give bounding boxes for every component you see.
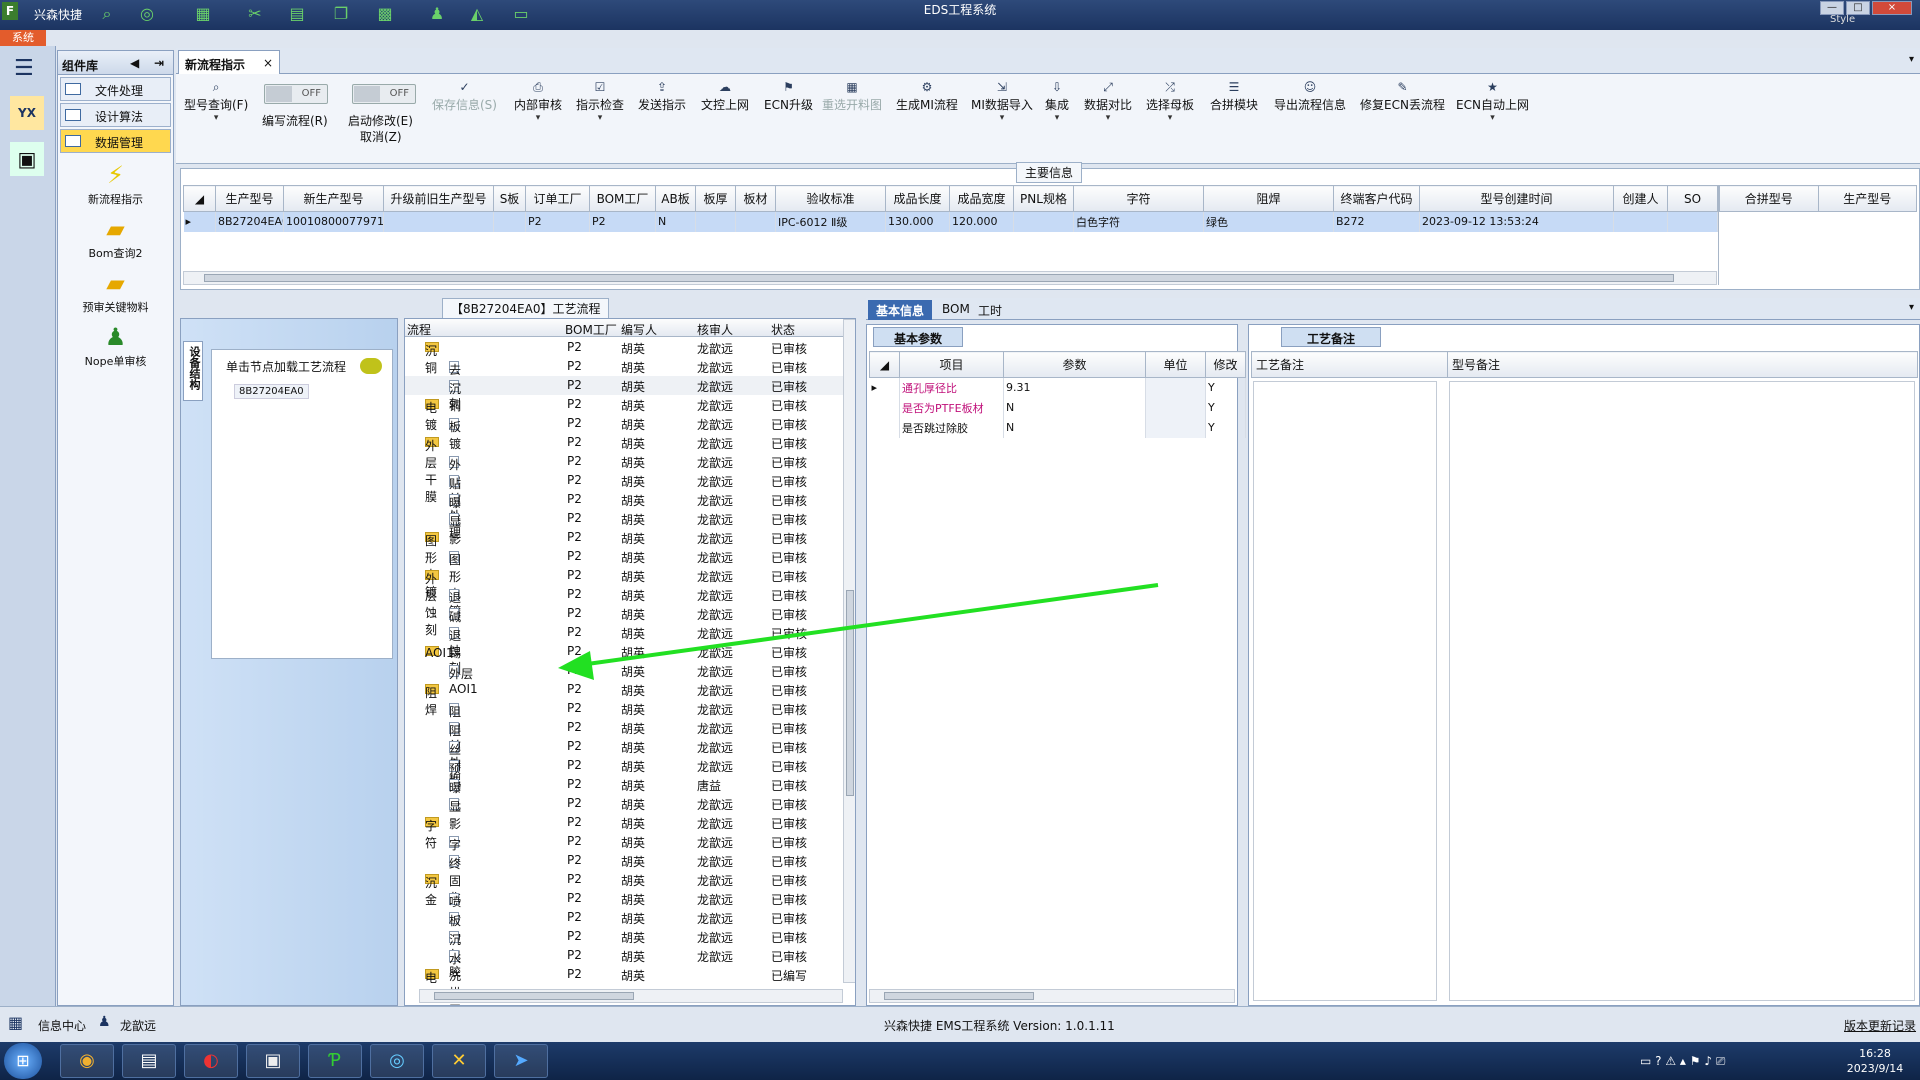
cursor-app-icon[interactable]: ➤ — [494, 1044, 548, 1078]
start-button[interactable]: ⊞ — [4, 1043, 42, 1079]
main-info-title: 主要信息 — [1016, 162, 1083, 183]
info-center-link[interactable]: 信息中心 — [38, 1017, 86, 1034]
save-app-icon[interactable]: ▣ — [246, 1044, 300, 1078]
notepad-app-icon[interactable]: ▤ — [122, 1044, 176, 1078]
version-text: 兴森快捷 EMS工程系统 Version: 1.0.1.11 — [884, 1019, 1115, 1033]
update-log-link[interactable]: 版本更新记录 — [1844, 1017, 1916, 1034]
red-app-icon[interactable]: ◐ — [184, 1044, 238, 1078]
user-icon: ♟ — [98, 1014, 111, 1030]
taskbar: ⊞ ◉ ▤ ◐ ▣ Ƥ ◎ ✕ ➤ ▭ ? ⚠ ▴ ⚑ ♪ ⎚ 16:28 20… — [0, 1042, 1920, 1080]
current-user: 龙歆远 — [120, 1019, 157, 1033]
eds-app-icon[interactable]: Ƥ — [308, 1044, 362, 1078]
annotation-arrow — [558, 583, 1159, 680]
system-tray[interactable]: ▭ ? ⚠ ▴ ⚑ ♪ ⎚ — [1640, 1054, 1725, 1069]
status-bar: ▦ 信息中心 ♟ 龙歆远 兴森快捷 EMS工程系统 Version: 1.0.1… — [0, 1006, 1920, 1042]
grid-icon: ▦ — [8, 1013, 24, 1032]
x-app-icon[interactable]: ✕ — [432, 1044, 486, 1078]
taskbar-clock[interactable]: 16:28 2023/9/14 — [1840, 1046, 1910, 1076]
eye-app-icon[interactable]: ◎ — [370, 1044, 424, 1078]
shell-app-icon[interactable]: ◉ — [60, 1044, 114, 1078]
